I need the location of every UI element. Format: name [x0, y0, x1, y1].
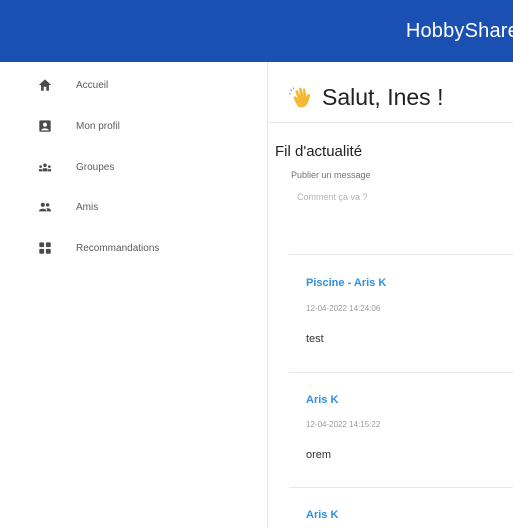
- sidebar-item-mon-profil[interactable]: Mon profil: [0, 112, 268, 140]
- post-author-link[interactable]: Aris K: [306, 509, 338, 521]
- app-title[interactable]: HobbyShare: [406, 20, 513, 43]
- post-card: Aris K: [289, 487, 513, 528]
- post-date: 12-04-2022 14:24:06: [306, 304, 381, 313]
- post-body: orem: [306, 449, 332, 461]
- post-author-link[interactable]: Aris K: [306, 394, 338, 406]
- recommendations-icon: [37, 240, 53, 256]
- sidebar-item-label: Amis: [76, 201, 99, 213]
- sidebar-item-groupes[interactable]: Groupes: [0, 153, 268, 181]
- sidebar-item-label: Groupes: [76, 161, 115, 173]
- groups-icon: [37, 159, 53, 175]
- greeting-text: Salut, Ines !: [322, 84, 444, 110]
- sidebar-nav: Accueil Mon profil Groupes Amis Recomman…: [0, 62, 268, 528]
- top-app-bar: HobbyShare: [0, 0, 513, 62]
- sidebar-item-label: Mon profil: [76, 120, 120, 132]
- post-card: Piscine - Aris K 12-04-2022 14:24:06 tes…: [289, 254, 513, 372]
- waving-hand-icon: [289, 86, 311, 107]
- greeting-heading: Salut, Ines !: [289, 84, 443, 111]
- main-content: Salut, Ines ! Fil d'actualité Comment ça…: [269, 62, 513, 528]
- profile-icon: [37, 118, 53, 134]
- divider: [269, 122, 513, 123]
- post-input-hint: Comment ça va ?: [297, 192, 368, 202]
- sidebar-item-label: Recommandations: [76, 242, 160, 254]
- home-icon: [37, 77, 53, 93]
- post-date: 12-04-2022 14:15:22: [306, 420, 381, 429]
- sidebar-item-label: Accueil: [76, 79, 109, 91]
- post-body: test: [306, 333, 324, 345]
- post-card: Aris K 12-04-2022 14:15:22 orem: [289, 372, 513, 487]
- sidebar-item-amis[interactable]: Amis: [0, 193, 268, 221]
- post-author-link[interactable]: Piscine - Aris K: [306, 277, 386, 289]
- sidebar-item-recommandations[interactable]: Recommandations: [0, 234, 268, 262]
- friends-icon: [37, 199, 53, 215]
- sidebar-item-accueil[interactable]: Accueil: [0, 71, 268, 99]
- feed-title: Fil d'actualité: [275, 143, 363, 160]
